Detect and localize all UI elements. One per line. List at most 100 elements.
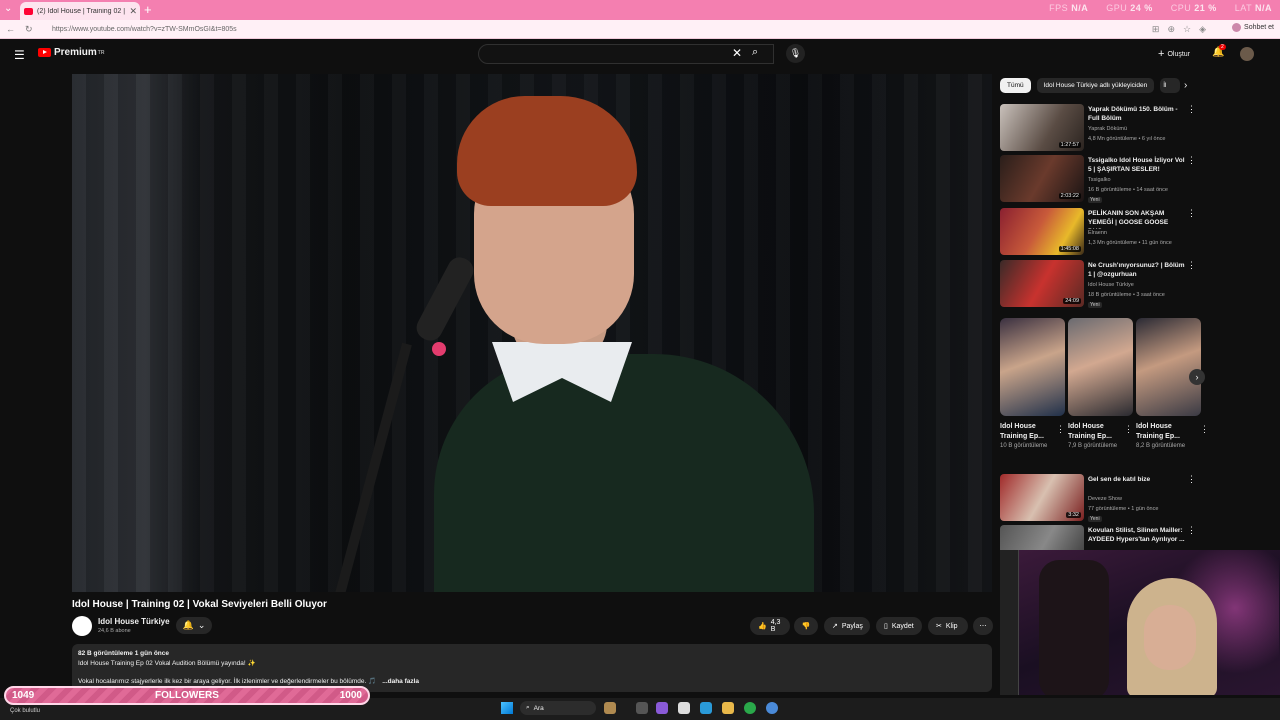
edge-icon[interactable] bbox=[700, 702, 712, 714]
browser-tab[interactable]: (2) Idol House | Training 02 | Vokal ✕ bbox=[20, 2, 140, 20]
video-title: Idol House | Training 02 | Vokal Seviyel… bbox=[72, 599, 327, 610]
microphone-icon[interactable]: 🎙 bbox=[786, 44, 805, 63]
thumbs-down-icon: 👎 bbox=[801, 623, 811, 630]
video-thumbnail[interactable]: 1:27:57 bbox=[1000, 104, 1084, 151]
chip-related[interactable]: İl bbox=[1160, 78, 1181, 93]
more-vertical-icon[interactable]: ⋮ bbox=[1124, 424, 1133, 435]
recommendation-item[interactable]: 1:27:57 Yaprak Dökümü 150. Bölüm - Full … bbox=[1000, 104, 1200, 152]
short-title[interactable]: Idol House Training Ep... bbox=[1136, 422, 1192, 442]
recommendation-item[interactable]: 3:32 Gel sen de katıl bize Deveze Show 7… bbox=[1000, 474, 1200, 522]
more-vertical-icon[interactable]: ⋮ bbox=[1187, 208, 1196, 219]
shorts-next-icon[interactable]: › bbox=[1189, 369, 1205, 385]
short-item[interactable]: Idol House Training Ep... 7,9 B görüntül… bbox=[1068, 318, 1133, 450]
extensions-area: ⊞ ⊕ ☆ ◈ bbox=[1152, 24, 1206, 35]
save-button[interactable]: ▯ Kaydet bbox=[876, 617, 922, 635]
create-button[interactable]: + Oluştur bbox=[1158, 48, 1190, 60]
steam-icon[interactable] bbox=[766, 702, 778, 714]
duration-badge: 3:32 bbox=[1066, 512, 1081, 518]
channel-avatar[interactable] bbox=[72, 616, 92, 636]
rec-channel[interactable]: Elraenn bbox=[1088, 230, 1107, 236]
rec-channel[interactable]: Yaprak Dökümü bbox=[1088, 126, 1127, 132]
short-item[interactable]: Idol House Training Ep... 10 B görüntüle… bbox=[1000, 318, 1065, 450]
zoom-icon[interactable]: ⊕ bbox=[1167, 24, 1175, 35]
show-more-link[interactable]: ...daha fazla bbox=[382, 678, 419, 685]
recommendation-item[interactable]: 1:45:08 PELİKANIN SON AKŞAM YEMEĞİ | GOO… bbox=[1000, 208, 1200, 256]
description-box[interactable]: 82 B görüntüleme 1 gün önce Idol House T… bbox=[72, 644, 992, 692]
video-thumbnail[interactable]: 2:03:22 bbox=[1000, 155, 1084, 202]
tab-menu-icon[interactable]: ⌄ bbox=[4, 3, 12, 14]
url-field[interactable]: https://www.youtube.com/watch?v=zTW-SMmO… bbox=[52, 26, 237, 33]
chrome-icon[interactable] bbox=[744, 702, 756, 714]
rec-title[interactable]: Kovulan Stilist, Silinen Mailler: AYDEED… bbox=[1088, 526, 1188, 544]
video-thumbnail[interactable]: 3:32 bbox=[1000, 474, 1084, 521]
file-explorer-icon[interactable] bbox=[722, 702, 734, 714]
short-title[interactable]: Idol House Training Ep... bbox=[1068, 422, 1124, 442]
video-thumbnail[interactable]: 24:09 bbox=[1000, 260, 1084, 307]
taskbar-search[interactable]: ⌕ Ara bbox=[520, 701, 596, 715]
more-vertical-icon[interactable]: ⋮ bbox=[1187, 525, 1196, 536]
short-item[interactable]: Idol House Training Ep... 8,2 B görüntül… bbox=[1136, 318, 1209, 450]
more-vertical-icon[interactable]: ⋮ bbox=[1200, 424, 1209, 435]
app-icon[interactable] bbox=[636, 702, 648, 714]
new-tab-button[interactable]: + bbox=[144, 2, 152, 17]
video-thumbnail[interactable]: 1:45:08 bbox=[1000, 208, 1084, 255]
extension-icon[interactable]: ◈ bbox=[1199, 24, 1206, 35]
more-actions-button[interactable]: ⋯ bbox=[973, 617, 993, 635]
clip-button[interactable]: ✂ Klip bbox=[928, 617, 968, 635]
close-tab-icon[interactable]: ✕ bbox=[129, 6, 140, 17]
short-views: 8,2 B görüntüleme bbox=[1136, 443, 1186, 449]
chat-button[interactable]: Sohbet et bbox=[1232, 23, 1274, 32]
more-vertical-icon[interactable]: ⋮ bbox=[1187, 104, 1196, 115]
more-vertical-icon[interactable]: ⋮ bbox=[1056, 424, 1065, 435]
hamburger-menu-icon[interactable]: ☰ bbox=[14, 48, 25, 62]
notification-count: 2 bbox=[1219, 44, 1226, 50]
rec-channel[interactable]: Idol House Türkiye bbox=[1088, 282, 1134, 288]
webcam-person-face bbox=[1144, 605, 1196, 670]
channel-name[interactable]: Idol House Türkiye bbox=[98, 617, 170, 626]
chip-all[interactable]: Tümü bbox=[1000, 78, 1031, 93]
recommendation-item[interactable]: 24:09 Ne Crush'ınıyorsunuz? | Bölüm 1 | … bbox=[1000, 260, 1200, 308]
share-button[interactable]: ↗ Paylaş bbox=[824, 617, 870, 635]
rec-title[interactable]: PELİKANIN SON AKŞAM YEMEĞİ | GOOSE GOOSE… bbox=[1088, 209, 1188, 229]
rec-title[interactable]: Tssigalko Idol House İzliyor Vol 5 | ŞAŞ… bbox=[1088, 156, 1188, 174]
short-thumbnail[interactable] bbox=[1068, 318, 1133, 416]
short-views: 10 B görüntüleme bbox=[1000, 443, 1048, 449]
recommendation-item[interactable]: 2:03:22 Tssigalko Idol House İzliyor Vol… bbox=[1000, 155, 1200, 203]
rec-title[interactable]: Ne Crush'ınıyorsunuz? | Bölüm 1 | @ozgur… bbox=[1088, 261, 1188, 279]
video-player[interactable] bbox=[72, 74, 992, 592]
reload-icon[interactable]: ↻ bbox=[25, 24, 33, 35]
short-thumbnail[interactable] bbox=[1000, 318, 1065, 416]
rec-title[interactable]: Yaprak Dökümü 150. Bölüm - Full Bölüm bbox=[1088, 105, 1188, 123]
short-thumbnail[interactable] bbox=[1136, 318, 1201, 416]
dislike-button[interactable]: 👎 bbox=[794, 617, 818, 635]
back-icon[interactable]: ← bbox=[6, 24, 15, 35]
translate-icon[interactable]: ⊞ bbox=[1152, 24, 1160, 35]
stat-cpu: CPU 21 % bbox=[1170, 3, 1217, 13]
chip-from-uploader[interactable]: Idol House Türkiye adlı yükleyiciden bbox=[1036, 78, 1155, 93]
more-vertical-icon[interactable]: ⋮ bbox=[1187, 260, 1196, 271]
widget-icon[interactable] bbox=[604, 702, 616, 714]
chevron-right-icon[interactable]: › bbox=[1184, 80, 1187, 91]
more-vertical-icon[interactable]: ⋮ bbox=[1187, 155, 1196, 166]
notifications-button[interactable]: 🔔 2 bbox=[1212, 44, 1226, 58]
new-badge: Yeni bbox=[1088, 197, 1102, 203]
weather-widget[interactable]: Çok bulutlu bbox=[10, 708, 40, 714]
bookmark-star-icon[interactable]: ☆ bbox=[1183, 24, 1191, 35]
short-title[interactable]: Idol House Training Ep... bbox=[1000, 422, 1056, 442]
more-vertical-icon[interactable]: ⋮ bbox=[1187, 474, 1196, 485]
rec-title[interactable]: Gel sen de katıl bize bbox=[1088, 475, 1188, 484]
subscription-bell-button[interactable]: 🔔 ⌄ bbox=[176, 617, 212, 634]
search-icon[interactable]: ⌕ bbox=[752, 46, 758, 59]
user-avatar[interactable] bbox=[1240, 47, 1254, 61]
like-button[interactable]: 👍 4,3 B bbox=[750, 617, 790, 635]
copilot-icon[interactable] bbox=[656, 702, 668, 714]
brand-label: Premium bbox=[54, 47, 97, 58]
youtube-logo[interactable]: Premium TR bbox=[38, 47, 104, 58]
start-menu-icon[interactable] bbox=[501, 702, 513, 714]
rec-channel[interactable]: Deveze Show bbox=[1088, 496, 1122, 502]
search-icon: ⌕ bbox=[526, 704, 530, 711]
rec-channel[interactable]: Tssigalko bbox=[1088, 177, 1111, 183]
store-icon[interactable] bbox=[678, 702, 690, 714]
search-input[interactable] bbox=[478, 44, 774, 64]
clear-search-icon[interactable]: ✕ bbox=[732, 46, 742, 60]
